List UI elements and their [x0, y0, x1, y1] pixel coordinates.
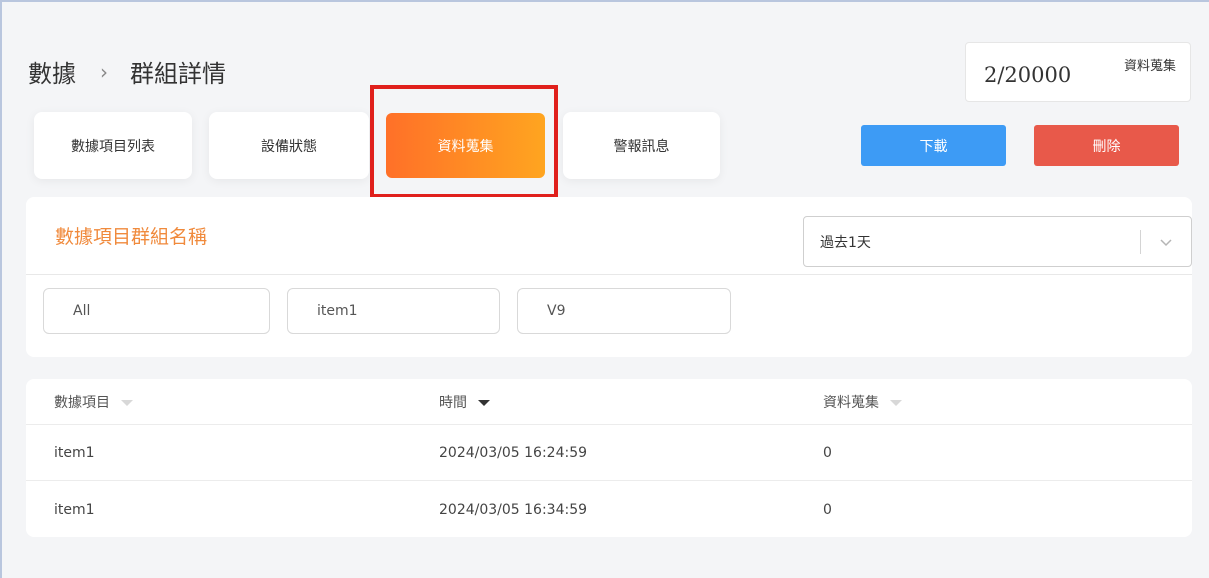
column-header-item[interactable]: 數據項目 — [54, 379, 133, 424]
time-range-value: 過去1天 — [820, 235, 871, 251]
column-header-label: 數據項目 — [54, 394, 110, 411]
data-table: 數據項目 時間 資料蒐集 item1 2024/03/05 16:24:59 0… — [26, 379, 1192, 537]
filter-chip-all[interactable]: All — [43, 288, 270, 334]
cell-time: 2024/03/05 16:34:59 — [439, 501, 588, 518]
sort-caret-icon — [478, 399, 490, 406]
cell-item: item1 — [54, 445, 95, 461]
breadcrumb-separator-icon: › — [100, 59, 108, 84]
sort-caret-icon — [121, 399, 133, 406]
column-header-label: 時間 — [439, 394, 467, 411]
tab-device-status[interactable]: 設備狀態 — [209, 112, 369, 179]
breadcrumb-root[interactable]: 數據 — [28, 54, 76, 89]
quota-label: 資料蒐集 — [1123, 59, 1176, 74]
app-frame: 數據 › 群組詳情 2/20000 資料蒐集 數據項目列表 設備狀態 資料蒐集 … — [0, 0, 1209, 578]
cell-item: item1 — [54, 501, 95, 518]
quota-box: 2/20000 資料蒐集 — [965, 42, 1191, 102]
select-divider — [1140, 230, 1141, 254]
tab-alarm-messages[interactable]: 警報訊息 — [563, 112, 720, 179]
cell-value: 0 — [823, 501, 832, 518]
table-row[interactable]: item1 2024/03/05 16:24:59 0 — [26, 424, 1192, 481]
cell-value: 0 — [823, 445, 832, 461]
table-header: 數據項目 時間 資料蒐集 — [26, 379, 1192, 424]
time-range-select[interactable]: 過去1天 — [803, 216, 1192, 267]
filter-chip-item1[interactable]: item1 — [287, 288, 500, 334]
tab-data-item-list[interactable]: 數據項目列表 — [34, 112, 192, 179]
cell-time: 2024/03/05 16:24:59 — [439, 445, 588, 461]
delete-button[interactable]: 刪除 — [1034, 125, 1179, 166]
chevron-down-icon[interactable] — [1157, 230, 1175, 254]
group-name-title: 數據項目群組名稱 — [55, 226, 208, 248]
column-header-time[interactable]: 時間 — [439, 379, 490, 424]
filter-chip-v9[interactable]: V9 — [517, 288, 731, 334]
breadcrumb-current: 群組詳情 — [130, 60, 226, 88]
divider — [26, 274, 1192, 275]
quota-value: 2/20000 — [984, 63, 1072, 87]
filter-card: 數據項目群組名稱 過去1天 All item1 V9 — [26, 197, 1192, 357]
column-header-collection[interactable]: 資料蒐集 — [823, 379, 902, 424]
column-header-label: 資料蒐集 — [823, 394, 879, 411]
table-row[interactable]: item1 2024/03/05 16:34:59 0 — [26, 480, 1192, 538]
tab-data-collection[interactable]: 資料蒐集 — [386, 113, 545, 178]
download-button[interactable]: 下載 — [861, 125, 1006, 166]
sort-caret-icon — [890, 399, 902, 406]
breadcrumb: 數據 › 群組詳情 — [28, 54, 226, 89]
